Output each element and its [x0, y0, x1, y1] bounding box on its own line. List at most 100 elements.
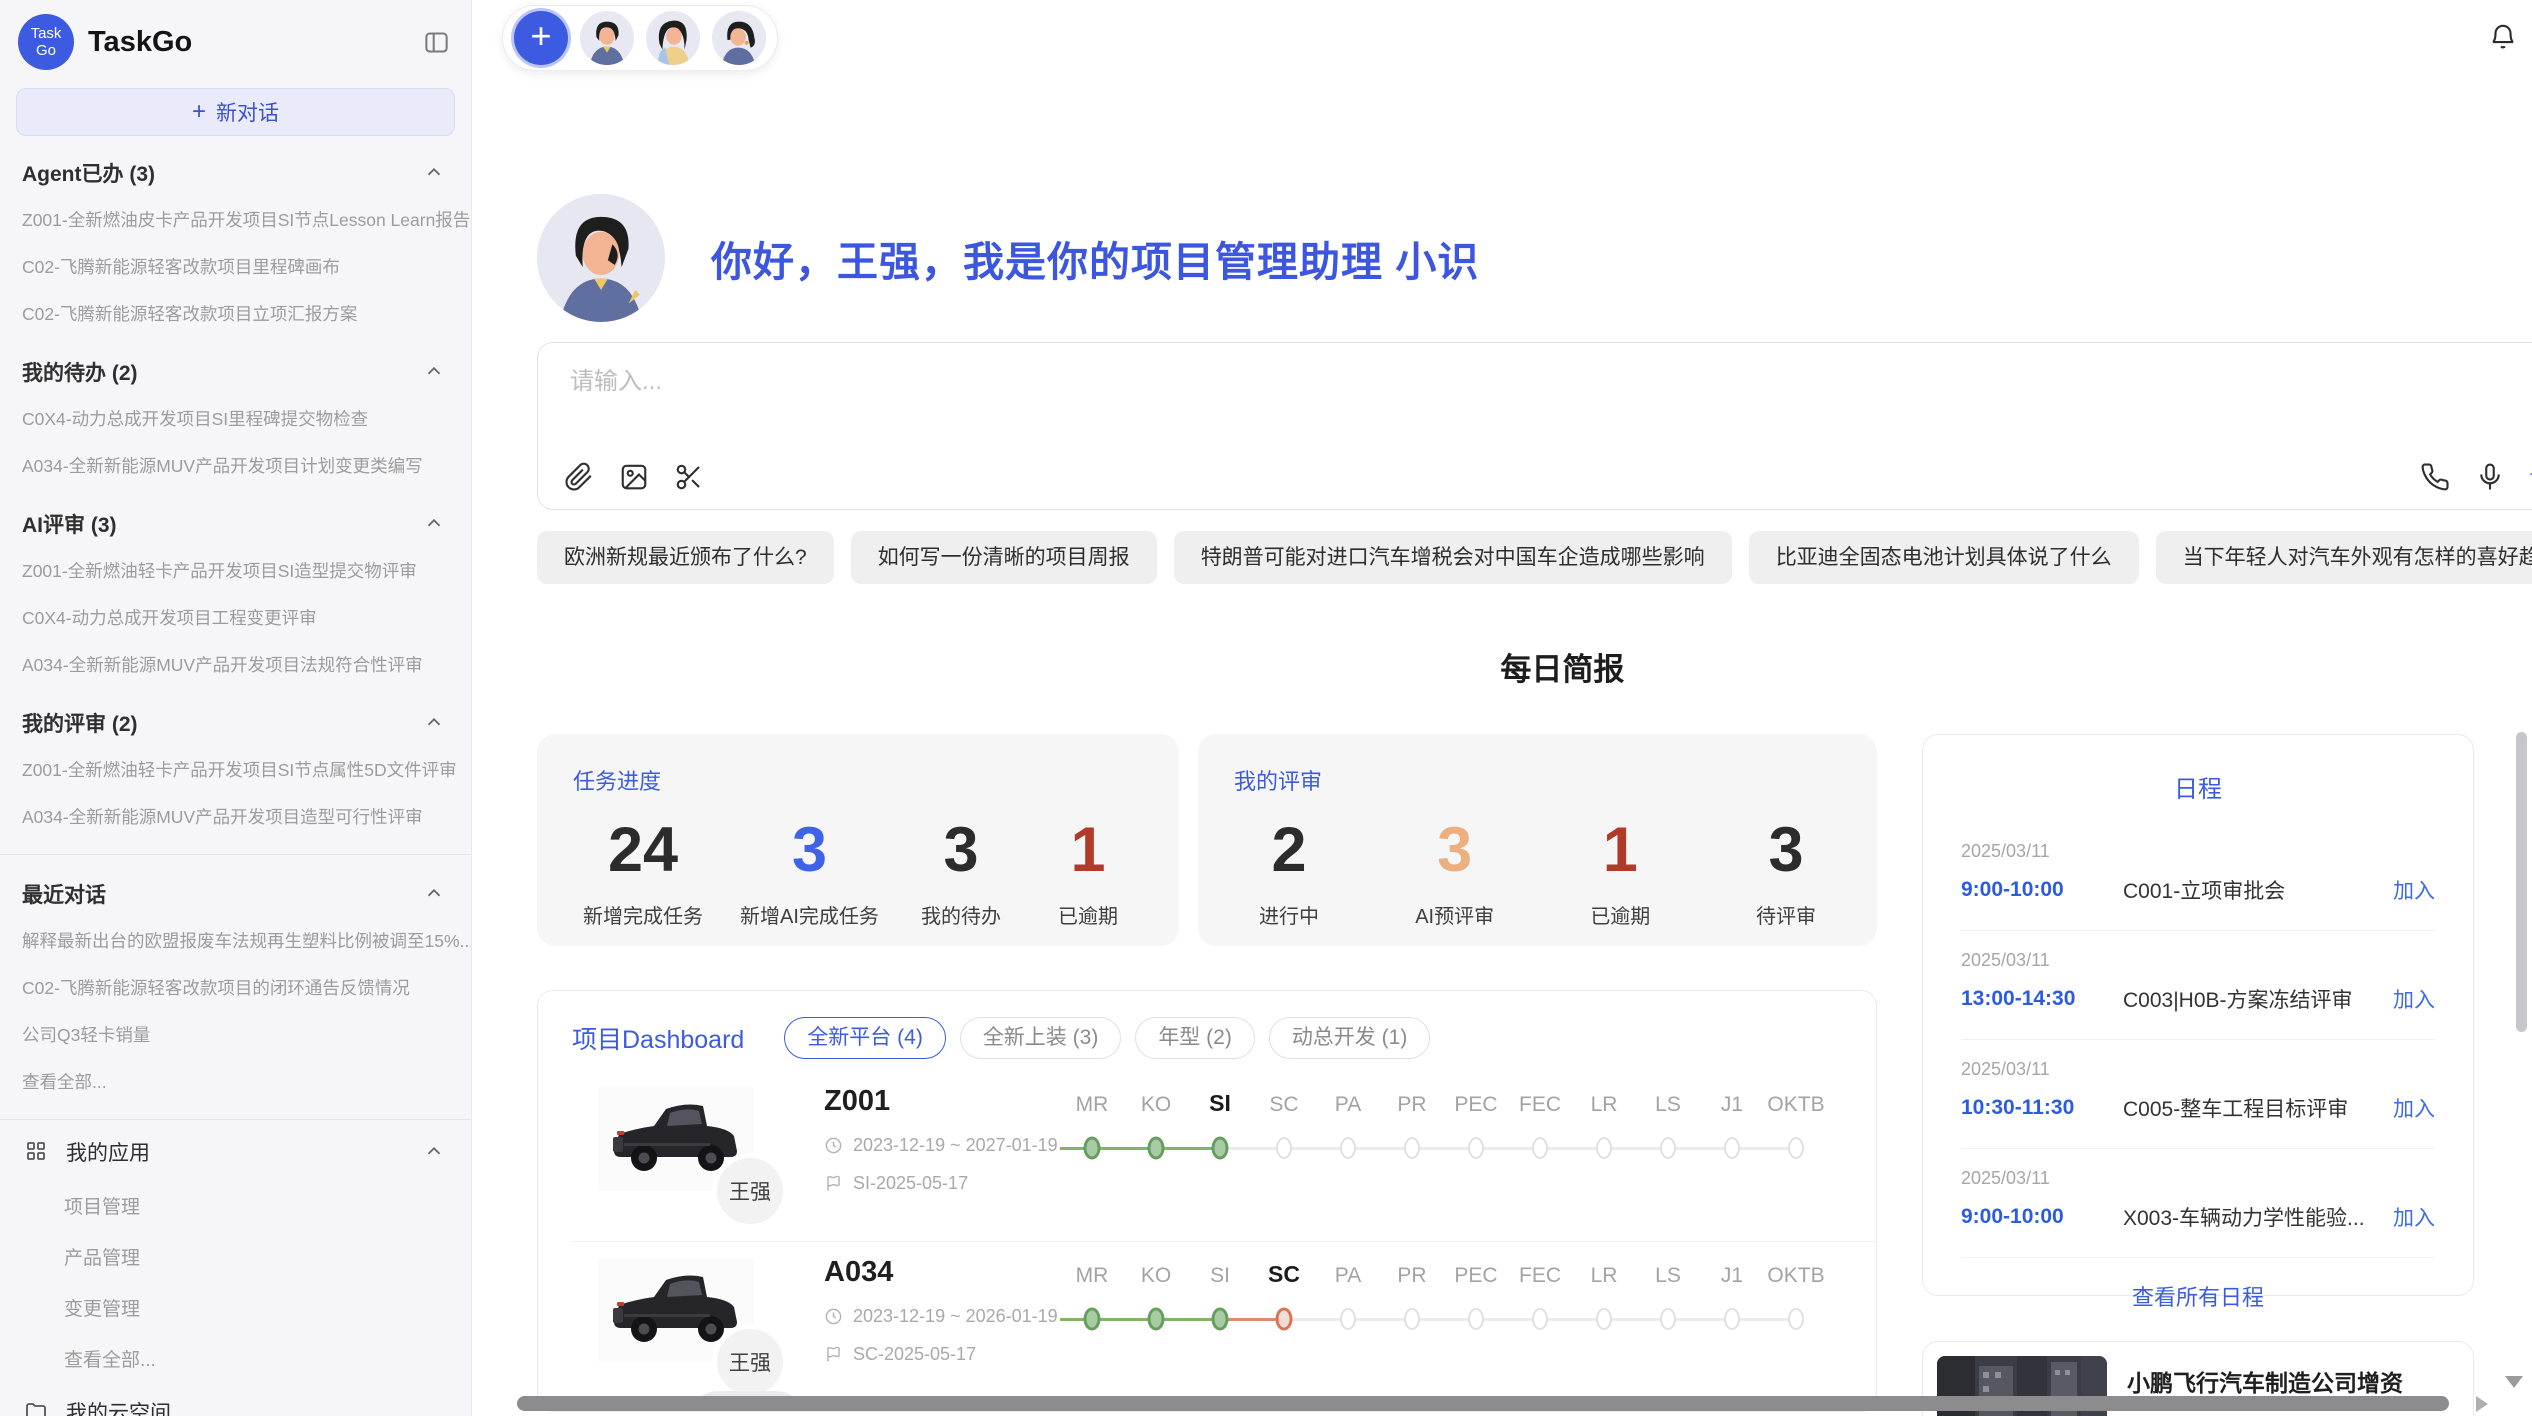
milestone-dot[interactable] — [1276, 1308, 1293, 1331]
sidebar-task-item[interactable]: Z001-全新燃油轻卡产品开发项目SI节点属性5D文件评审 — [0, 746, 471, 793]
view-all-chats-link[interactable]: 查看全部... — [0, 1058, 471, 1105]
divider — [0, 854, 471, 855]
milestone-dot[interactable] — [1788, 1308, 1804, 1330]
milestone-dot[interactable] — [1212, 1137, 1229, 1160]
milestone-dot[interactable] — [1148, 1308, 1165, 1331]
dashboard-tab[interactable]: 动总开发 (1) — [1269, 1017, 1431, 1059]
my-apps-subitem[interactable]: 变更管理 — [0, 1282, 471, 1333]
sidebar-section-header[interactable]: AI评审 (3) — [0, 489, 471, 547]
schedule-event-name: C001-立项审批会 — [2123, 875, 2379, 905]
project-code[interactable]: A034 — [824, 1256, 1054, 1289]
suggestion-chip[interactable]: 当下年轻人对汽车外观有怎样的喜好趋势 — [2156, 531, 2532, 584]
collapse-sidebar-icon[interactable] — [421, 27, 451, 57]
assistant-avatar-2[interactable] — [646, 11, 700, 65]
milestone-dot[interactable] — [1596, 1137, 1612, 1159]
new-chat-button[interactable]: + 新对话 — [16, 88, 455, 136]
view-all-schedule-link[interactable]: 查看所有日程 — [1961, 1280, 2435, 1312]
milestone-dot[interactable] — [1788, 1137, 1804, 1159]
sidebar-task-item[interactable]: A034-全新新能源MUV产品开发项目造型可行性评审 — [0, 793, 471, 840]
suggestion-chip[interactable]: 比亚迪全固态电池计划具体说了什么 — [1749, 531, 2139, 584]
image-icon[interactable] — [619, 462, 650, 493]
chevron-up-icon[interactable] — [423, 711, 447, 735]
sidebar-task-item[interactable]: C02-飞腾新能源轻客改款项目立项汇报方案 — [0, 290, 471, 337]
milestone-dot[interactable] — [1596, 1308, 1612, 1330]
horizontal-scrollbar-thumb[interactable] — [517, 1396, 2449, 1411]
milestone-dot[interactable] — [1724, 1308, 1740, 1330]
chevron-up-icon[interactable] — [423, 360, 447, 384]
sidebar-task-item[interactable]: C0X4-动力总成开发项目工程变更评审 — [0, 594, 471, 641]
recent-chat-item[interactable]: 解释最新出台的欧盟报废车法规再生塑料比例被调至15%... — [0, 917, 471, 964]
milestone-dot[interactable] — [1084, 1137, 1101, 1160]
scissors-icon[interactable] — [674, 462, 705, 493]
milestone-dot[interactable] — [1212, 1308, 1229, 1331]
milestone-dot[interactable] — [1404, 1137, 1420, 1159]
milestone-dot[interactable] — [1660, 1308, 1676, 1330]
sidebar-task-item[interactable]: Z001-全新燃油轻卡产品开发项目SI造型提交物评审 — [0, 547, 471, 594]
chevron-up-icon[interactable] — [423, 161, 447, 185]
milestone-dot[interactable] — [1276, 1137, 1292, 1159]
my-apps-subitem[interactable]: 产品管理 — [0, 1231, 471, 1282]
assistant-avatar-1[interactable] — [580, 11, 634, 65]
milestone-dot[interactable] — [1532, 1137, 1548, 1159]
suggestion-chip[interactable]: 如何写一份清晰的项目周报 — [851, 531, 1157, 584]
stat-label: 我的待办 — [921, 900, 1001, 929]
milestone-dot[interactable] — [1340, 1137, 1356, 1159]
milestone: LR — [1572, 1256, 1636, 1342]
dashboard-tab[interactable]: 年型 (2) — [1135, 1017, 1255, 1059]
milestone-dot[interactable] — [1468, 1308, 1484, 1330]
milestone-node — [1060, 1296, 1124, 1342]
join-meeting-link[interactable]: 加入 — [2393, 875, 2435, 905]
milestone-dot[interactable] — [1468, 1137, 1484, 1159]
scroll-down-arrow[interactable] — [2505, 1376, 2523, 1388]
join-meeting-link[interactable]: 加入 — [2393, 1202, 2435, 1232]
sidebar-task-item[interactable]: A034-全新新能源MUV产品开发项目计划变更类编写 — [0, 442, 471, 489]
sidebar-section-header[interactable]: 我的评审 (2) — [0, 688, 471, 746]
sidebar-section-header[interactable]: 我的待办 (2) — [0, 337, 471, 395]
chat-input[interactable] — [568, 367, 1960, 397]
milestone-label: OKTB — [1767, 1256, 1824, 1288]
chevron-up-icon[interactable] — [423, 512, 447, 536]
milestone-dot[interactable] — [1660, 1137, 1676, 1159]
dashboard-tab[interactable]: 全新平台 (4) — [784, 1017, 946, 1059]
chevron-up-icon[interactable] — [423, 882, 447, 906]
phone-icon[interactable] — [2420, 462, 2451, 493]
suggestion-chip[interactable]: 欧洲新规最近颁布了什么? — [537, 531, 834, 584]
sidebar-task-item[interactable]: A034-全新新能源MUV产品开发项目法规符合性评审 — [0, 641, 471, 688]
microphone-icon[interactable] — [2475, 462, 2506, 493]
my-apps-subitem[interactable]: 项目管理 — [0, 1180, 471, 1231]
dashboard-tab[interactable]: 全新上装 (3) — [960, 1017, 1122, 1059]
recent-chat-item[interactable]: 公司Q3轻卡销量 — [0, 1011, 471, 1058]
app-title: TaskGo — [88, 26, 407, 59]
add-assistant-button[interactable]: + — [514, 11, 568, 65]
recent-chat-item[interactable]: C02-飞腾新能源轻客改款项目的闭环通告反馈情况 — [0, 964, 471, 1011]
sidebar-task-item[interactable]: C0X4-动力总成开发项目SI里程碑提交物检查 — [0, 395, 471, 442]
milestone-dot[interactable] — [1532, 1308, 1548, 1330]
sidebar-item-my-apps[interactable]: 我的应用 — [0, 1124, 471, 1180]
join-meeting-link[interactable]: 加入 — [2393, 1093, 2435, 1123]
milestone-label: LS — [1655, 1256, 1681, 1288]
sidebar-section-header[interactable]: 最近对话 — [0, 859, 471, 917]
scroll-right-arrow[interactable] — [2476, 1396, 2488, 1412]
suggestion-chip[interactable]: 特朗普可能对进口汽车增税会对中国车企造成哪些影响 — [1174, 531, 1732, 584]
milestone-dot[interactable] — [1340, 1308, 1356, 1330]
notification-bell-icon[interactable] — [2488, 22, 2520, 54]
my-apps-subitem[interactable]: 查看全部... — [0, 1333, 471, 1384]
milestone-dot[interactable] — [1404, 1308, 1420, 1330]
sidebar-task-item[interactable]: Z001-全新燃油皮卡产品开发项目SI节点Lesson Learn报告 — [0, 196, 471, 243]
attachment-icon[interactable] — [564, 462, 595, 493]
vertical-scrollbar-thumb[interactable] — [2516, 732, 2527, 1032]
stat-cards: 任务进度24新增完成任务3新增AI完成任务3我的待办1已逾期我的评审2进行中3A… — [537, 734, 1877, 946]
sidebar-section-header[interactable]: Agent已办 (3) — [0, 138, 471, 196]
join-meeting-link[interactable]: 加入 — [2393, 984, 2435, 1014]
milestone-dot[interactable] — [1148, 1137, 1165, 1160]
chevron-up-icon[interactable] — [423, 1140, 447, 1164]
project-code[interactable]: Z001 — [824, 1085, 1054, 1118]
milestone-dot[interactable] — [1724, 1137, 1740, 1159]
sidebar-task-item[interactable]: C02-飞腾新能源轻客改款项目里程碑画布 — [0, 243, 471, 290]
stat-item: 1已逾期 — [1575, 814, 1665, 929]
schedule-date: 2025/03/11 — [1961, 1168, 2435, 1189]
sidebar-item-cloud-space[interactable]: 我的云空间 — [0, 1384, 471, 1416]
milestone-dot[interactable] — [1084, 1308, 1101, 1331]
assistant-avatar-3[interactable] — [712, 11, 766, 65]
stat-item: 3待评审 — [1741, 814, 1831, 929]
